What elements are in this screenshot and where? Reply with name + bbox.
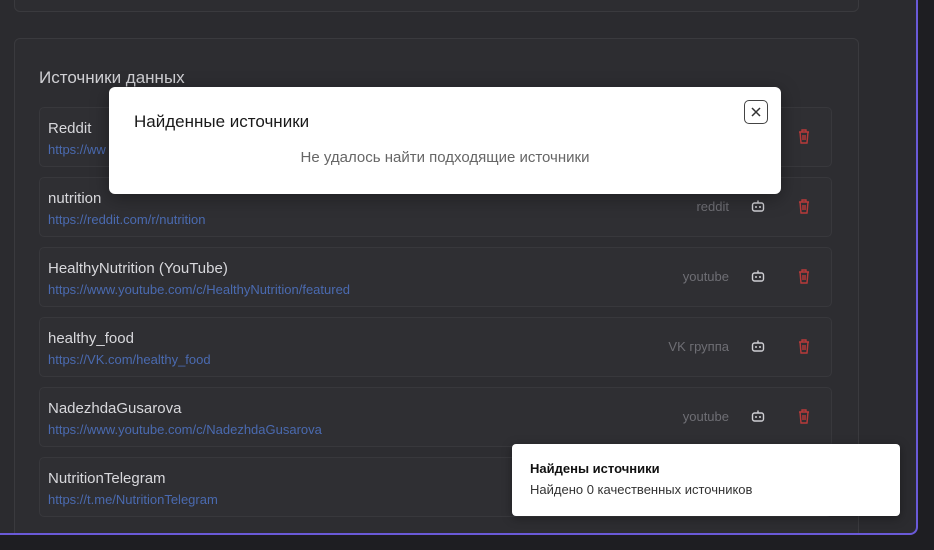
- previous-card: [14, 0, 859, 12]
- source-name: NutritionTelegram: [48, 470, 166, 487]
- toast-text: Найдено 0 качественных источников: [530, 482, 753, 497]
- trash-icon[interactable]: [797, 198, 811, 214]
- source-url[interactable]: https://ww: [48, 142, 106, 157]
- source-url[interactable]: https://t.me/NutritionTelegram: [48, 492, 218, 507]
- trash-icon[interactable]: [797, 338, 811, 354]
- source-url[interactable]: https://www.youtube.com/c/NadezhdaGusaro…: [48, 422, 322, 437]
- modal-message: Не удалось найти подходящие источники: [300, 149, 590, 166]
- section-title: Источники данных: [39, 68, 185, 87]
- source-type: VK группа: [668, 339, 729, 354]
- modal-close-button[interactable]: [744, 100, 768, 124]
- close-icon: [751, 107, 761, 117]
- robot-icon[interactable]: [751, 409, 765, 423]
- trash-icon[interactable]: [797, 268, 811, 284]
- source-url[interactable]: https://VK.com/healthy_food: [48, 352, 211, 367]
- source-row: HealthyNutrition (YouTube) https://www.y…: [39, 247, 832, 307]
- source-type: reddit: [696, 199, 729, 214]
- source-name: HealthyNutrition (YouTube): [48, 260, 228, 277]
- trash-icon[interactable]: [797, 408, 811, 424]
- modal-title: Найденные источники: [134, 112, 310, 131]
- source-name: healthy_food: [48, 330, 134, 347]
- source-name: NadezhdaGusarova: [48, 400, 182, 417]
- toast-notification: Найдены источники Найдено 0 качественных…: [512, 444, 900, 516]
- robot-icon[interactable]: [751, 199, 765, 213]
- source-type: youtube: [682, 269, 729, 284]
- source-name: nutrition: [48, 190, 102, 207]
- source-row: healthy_food https://VK.com/healthy_food…: [39, 317, 832, 377]
- source-url[interactable]: https://reddit.com/r/nutrition: [48, 212, 206, 227]
- source-row: NadezhdaGusarova https://www.youtube.com…: [39, 387, 832, 447]
- trash-icon[interactable]: [797, 128, 811, 144]
- source-url[interactable]: https://www.youtube.com/c/HealthyNutriti…: [48, 282, 350, 297]
- found-sources-modal: Найденные источники Не удалось найти под…: [109, 87, 781, 194]
- robot-icon[interactable]: [751, 269, 765, 283]
- source-type: youtube: [682, 409, 729, 424]
- toast-title: Найдены источники: [530, 461, 660, 476]
- robot-icon[interactable]: [751, 339, 765, 353]
- source-name: Reddit: [48, 120, 92, 137]
